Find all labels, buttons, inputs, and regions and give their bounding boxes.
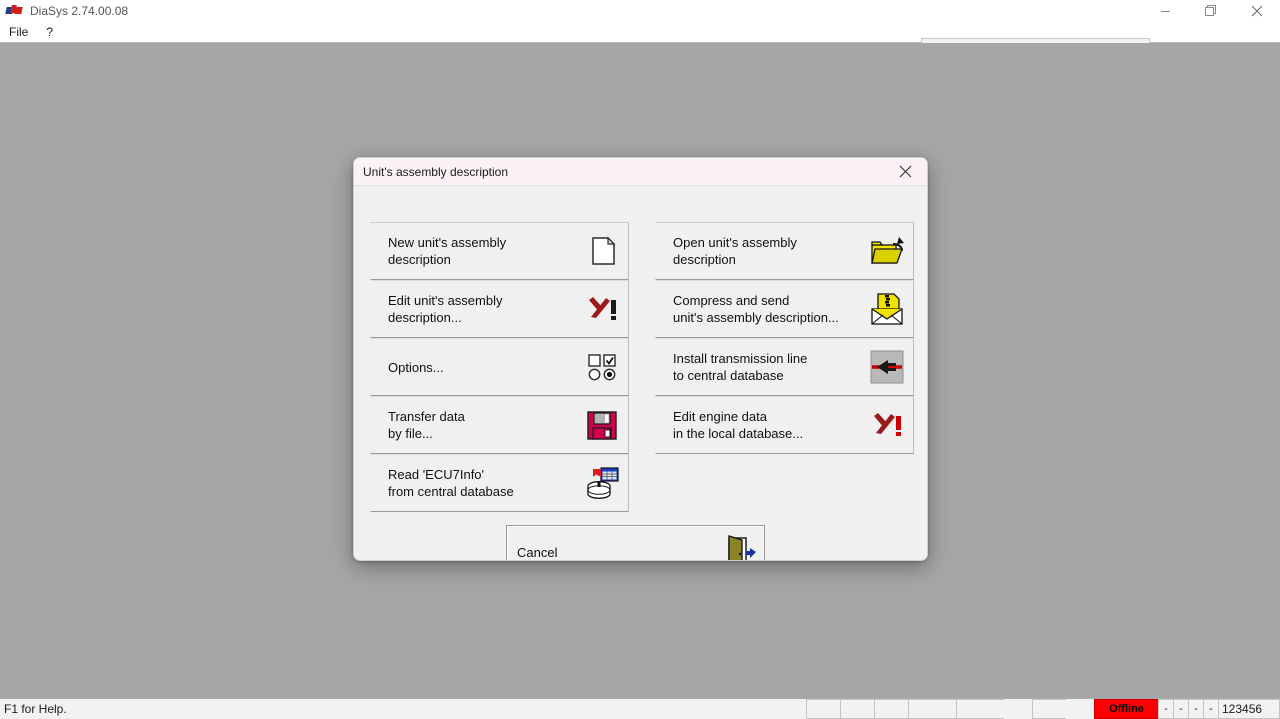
read-ecu7info-button[interactable]: Read 'ECU7Info' from central database xyxy=(370,454,629,512)
cmd-label: Options... xyxy=(388,359,444,375)
cmd-label: Transfer data by file... xyxy=(388,409,465,441)
open-unit-assembly-description-button[interactable]: Open unit's assembly description xyxy=(655,222,914,280)
cmd-label: Read 'ECU7Info' from central database xyxy=(388,467,514,499)
window-controls xyxy=(1142,0,1280,22)
command-column-right: Open unit's assembly description Compres… xyxy=(655,222,914,454)
status-cell-gap xyxy=(1004,699,1032,719)
status-cell-6 xyxy=(1032,699,1066,719)
menu-item-file[interactable]: File xyxy=(0,22,37,42)
edit-engine-data-button[interactable]: Edit engine data in the local database..… xyxy=(655,396,914,454)
status-cell-4 xyxy=(908,699,956,719)
cmd-label: New unit's assembly description xyxy=(388,235,507,267)
cancel-label: Cancel xyxy=(517,545,558,560)
menu-item-help[interactable]: ? xyxy=(37,22,62,42)
exit-door-icon xyxy=(720,534,756,560)
database-read-icon xyxy=(584,465,620,501)
restore-icon[interactable] xyxy=(1188,0,1234,22)
status-counter: 123456 xyxy=(1218,699,1280,719)
edit-red-x-icon xyxy=(869,407,905,443)
transfer-data-by-file-button[interactable]: Transfer data by file... xyxy=(370,396,629,454)
status-cell-5 xyxy=(956,699,1004,719)
cancel-button[interactable]: Cancel xyxy=(506,525,765,560)
edit-red-x-icon xyxy=(584,291,620,327)
floppy-disk-icon xyxy=(584,407,620,443)
status-cell-gap-2 xyxy=(1066,699,1094,719)
window-title: DiaSys 2.74.00.08 xyxy=(30,4,129,18)
new-unit-assembly-description-button[interactable]: New unit's assembly description xyxy=(370,222,629,280)
status-indicator-1: - xyxy=(1158,699,1173,719)
dialog-title-bar: Unit's assembly description xyxy=(354,158,927,186)
command-column-left: New unit's assembly description Edit uni… xyxy=(370,222,629,512)
application-window: DiaSys 2.74.00.08 File ? Unit's assembly… xyxy=(0,0,1280,719)
title-bar: DiaSys 2.74.00.08 xyxy=(0,0,1280,22)
dialog-body: New unit's assembly description Edit uni… xyxy=(354,186,927,560)
cmd-label: Edit unit's assembly description... xyxy=(388,293,503,325)
unit-assembly-description-dialog: Unit's assembly description New unit's a… xyxy=(353,157,928,561)
install-transmission-line-button[interactable]: Install transmission line to central dat… xyxy=(655,338,914,396)
new-document-icon xyxy=(584,233,620,269)
options-button[interactable]: Options... xyxy=(370,338,629,396)
status-cell-1 xyxy=(806,699,840,719)
transmission-line-icon xyxy=(869,349,905,385)
dialog-title: Unit's assembly description xyxy=(363,164,509,179)
dialog-close-icon[interactable] xyxy=(883,158,927,185)
status-indicator-2: - xyxy=(1173,699,1188,719)
status-bar-cells: Offline - - - - 123456 xyxy=(806,699,1280,719)
minimize-icon[interactable] xyxy=(1142,0,1188,22)
status-help-text: F1 for Help. xyxy=(4,702,67,716)
options-checkbox-radio-icon xyxy=(584,349,620,385)
compress-and-send-button[interactable]: Compress and send unit's assembly descri… xyxy=(655,280,914,338)
status-cell-3 xyxy=(874,699,908,719)
cmd-label: Install transmission line to central dat… xyxy=(673,351,808,383)
status-indicator-3: - xyxy=(1188,699,1203,719)
close-icon[interactable] xyxy=(1234,0,1280,22)
cmd-label: Compress and send unit's assembly descri… xyxy=(673,293,839,325)
cmd-label: Edit engine data in the local database..… xyxy=(673,409,804,441)
status-cell-2 xyxy=(840,699,874,719)
status-badge-connection: Offline xyxy=(1094,699,1158,719)
edit-unit-assembly-description-button[interactable]: Edit unit's assembly description... xyxy=(370,280,629,338)
status-indicator-4: - xyxy=(1203,699,1218,719)
diasys-flag-icon xyxy=(5,4,24,18)
cmd-label: Open unit's assembly description xyxy=(673,235,797,267)
status-bar: F1 for Help. Offline - - - - 123456 xyxy=(0,698,1280,719)
compress-send-envelope-icon xyxy=(869,291,905,327)
open-folder-icon xyxy=(869,233,905,269)
